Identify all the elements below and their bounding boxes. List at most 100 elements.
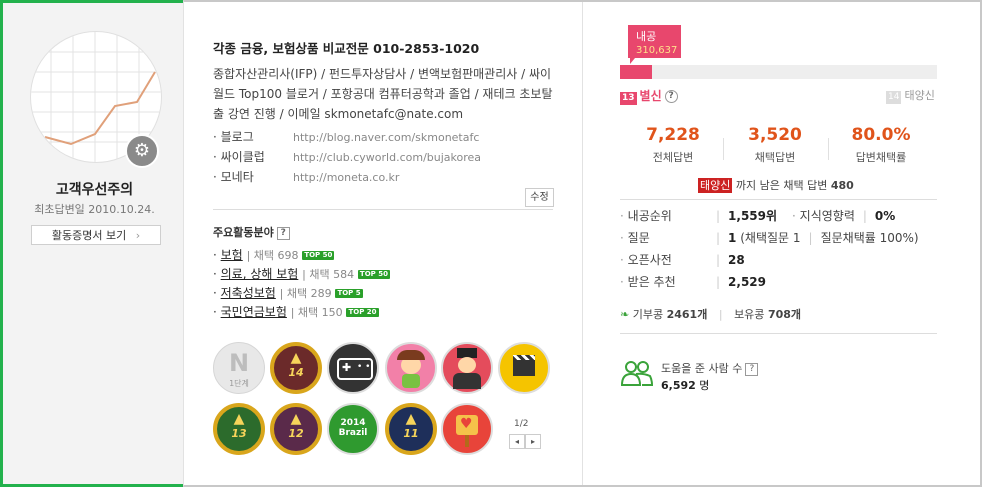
current-grade: 13 별신? [620, 87, 678, 105]
bullet: · [620, 231, 624, 245]
influence-value: 0% [874, 209, 896, 223]
link-url[interactable]: http://blog.naver.com/skmonetafc [293, 131, 479, 144]
current-grade-number: 13 [620, 92, 637, 105]
next-grade: 14 태양신 [886, 87, 935, 104]
badge-caption: 12 [288, 427, 304, 440]
link-label: · 모네타 [213, 170, 254, 184]
recommend-label: 받은 추천 [627, 275, 676, 289]
stat-total-answers: 7,228 전체답변 [620, 125, 726, 165]
link-url[interactable]: http://moneta.co.kr [293, 171, 399, 184]
badge-caption: 13 [231, 427, 247, 440]
edit-button[interactable]: 수정 [525, 188, 554, 207]
stat-value: 7,228 [646, 125, 700, 145]
helped-count: 6,592 명 [661, 377, 709, 393]
prev-page-icon[interactable]: ◂ [509, 434, 525, 449]
gamepad-badge-icon[interactable]: ✚ • • [327, 342, 379, 394]
graduation-11-badge-icon[interactable]: ▲ 11 [385, 403, 437, 455]
graduation-14-badge-icon[interactable]: ▲ 14 [270, 342, 322, 394]
info-row-rank: · 내공순위 | 1,559위 · 지식영향력 | 0% [620, 209, 896, 223]
grade-progress-bar [620, 65, 937, 79]
info-row-questions: · 질문 | 1 (채택질문 1 | 질문채택률 100%) [620, 231, 919, 245]
helped-label-text: 도움을 준 사람 수 [661, 362, 743, 375]
donated-value: 2461개 [666, 308, 708, 321]
donated-label: 기부콩 [632, 308, 664, 321]
divider [620, 333, 937, 334]
stat-divider [828, 138, 829, 160]
area-name[interactable]: 보험 [221, 248, 243, 262]
area-name[interactable]: 국민연금보험 [221, 305, 287, 319]
magician-character-badge-icon[interactable] [441, 342, 493, 394]
stat-label: 채택답변 [754, 151, 796, 164]
naegong-label: 내공 [636, 30, 657, 43]
link-label: · 싸이클럽 [213, 150, 265, 164]
profile-panel: ⚙ 고객우선주의 최초답변일 2010.10.24. 활동증명서 보기 › [0, 0, 183, 487]
brazil-2014-badge-icon[interactable]: 2014 Brazil [327, 403, 379, 455]
people-icon [620, 361, 654, 386]
remaining-to-next-grade: 태양신 까지 남은 채택 답변 480 [698, 177, 854, 193]
top-badge: TOP 20 [346, 308, 379, 317]
intro-description: 종합자산관리사(IFP) / 펀드투자상담사 / 변액보험판매관리사 / 싸이월… [213, 67, 553, 121]
top-badge: TOP 5 [335, 289, 363, 298]
opendict-label: 오픈사전 [627, 253, 672, 267]
remaining-text: 까지 남은 채택 답변 [732, 179, 831, 192]
help-icon[interactable]: ? [745, 362, 759, 376]
area-item: · 저축성보험 | 채택 289 TOP 5 [213, 286, 363, 300]
area-name[interactable]: 의료, 상해 보험 [221, 267, 299, 281]
naegong-tooltip: 내공 310,637 [628, 25, 681, 58]
chevron-right-icon: › [135, 229, 141, 242]
area-item: · 의료, 상해 보험 | 채택 584 TOP 50 [213, 267, 390, 281]
fairy-character-badge-icon[interactable] [385, 342, 437, 394]
area-item: · 보험 | 채택 698 TOP 50 [213, 248, 335, 262]
beans-info: ❧ 기부콩 2461개 | 보유콩 708개 [620, 308, 802, 321]
clapperboard-badge-icon[interactable] [498, 342, 550, 394]
stat-label: 전체답변 [652, 151, 694, 164]
gear-icon[interactable]: ⚙ [125, 134, 159, 168]
tooltip-pointer [630, 58, 640, 64]
stat-label: 답변채택률 [855, 151, 907, 164]
info-row-opendict: · 오픈사전 | 28 [620, 253, 745, 267]
helped-unit: 명 [699, 379, 710, 392]
graduation-13-badge-icon[interactable]: ▲ 13 [213, 403, 265, 455]
current-grade-name: 별신 [639, 89, 662, 103]
stat-divider [723, 138, 724, 160]
cert-button-label: 활동증명서 보기 [51, 229, 127, 242]
next-grade-chip: 태양신 [698, 178, 733, 193]
heart-sign-badge-icon[interactable]: ♥ [441, 403, 493, 455]
activity-certificate-button[interactable]: 활동증명서 보기 › [31, 225, 161, 245]
stat-selected-answers: 3,520 채택답변 [722, 125, 828, 165]
link-url[interactable]: http://club.cyworld.com/bujakorea [293, 151, 481, 164]
badge-caption: 11 [403, 427, 419, 440]
helped-count-label: 도움을 준 사람 수? [661, 360, 759, 376]
next-grade-name: 태양신 [904, 89, 935, 102]
influence-label: 지식영향력 [799, 209, 855, 223]
next-page-icon[interactable]: ▸ [525, 434, 541, 449]
info-row-recommend: · 받은 추천 | 2,529 [620, 275, 767, 289]
badge-caption: 1단계 [229, 379, 249, 388]
main-areas-label: 주요활동분야 [213, 226, 274, 239]
nickname: 고객우선주의 [55, 182, 134, 198]
rank-label: 내공순위 [627, 209, 672, 223]
main-areas-list: · 보험 | 채택 698 TOP 50 · 의료, 상해 보험 | 채택 58… [213, 246, 390, 322]
graduation-12-badge-icon[interactable]: ▲ 12 [270, 403, 322, 455]
area-item: · 국민연금보험 | 채택 150 TOP 20 [213, 305, 379, 319]
n-level1-badge-icon[interactable]: N 1단계 [213, 342, 265, 394]
area-count: 채택 584 [309, 268, 355, 281]
opendict-value: 28 [728, 253, 745, 267]
first-answer-date: 최초답변일 2010.10.24. [34, 203, 155, 216]
link-row-moneta: · 모네타 http://moneta.co.kr [213, 167, 553, 187]
naegong-value: 310,637 [636, 45, 678, 56]
recommend-value: 2,529 [728, 275, 767, 289]
owned-value: 708개 [767, 308, 802, 321]
questions-label: 질문 [627, 231, 650, 245]
stat-selection-rate: 80.0% 답변채택률 [828, 125, 934, 165]
help-icon[interactable]: ? [664, 90, 678, 103]
questions-detail: (채택질문 1 [740, 231, 801, 245]
badge-caption: 14 [288, 366, 304, 379]
questions-value: 1 [728, 231, 737, 245]
area-count: 채택 698 [253, 249, 299, 262]
area-count: 채택 289 [286, 287, 332, 300]
column-divider [582, 2, 583, 485]
area-name[interactable]: 저축성보험 [221, 286, 276, 300]
help-icon[interactable]: ? [276, 226, 290, 240]
grade-progress-fill [620, 65, 652, 79]
